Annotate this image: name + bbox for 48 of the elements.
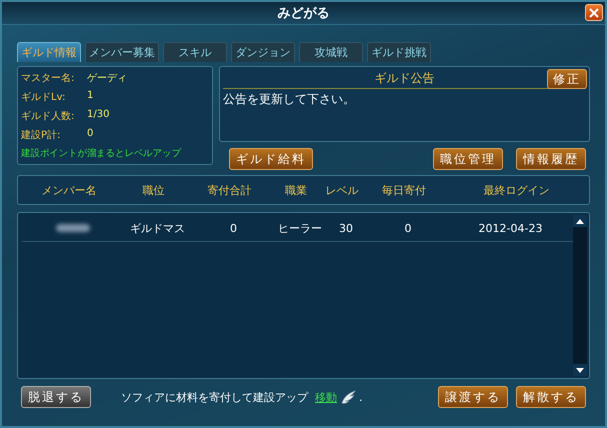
column-header: レベル [324, 182, 360, 198]
tab[interactable]: ギルド挑戦 [367, 42, 431, 62]
column-header: 寄付合計 [206, 182, 252, 198]
column-header: 職業 [284, 182, 308, 198]
field-value: ゲーディ [87, 72, 127, 85]
scroll-up-icon[interactable] [573, 215, 587, 227]
field-label: ギルド人数: [21, 110, 76, 123]
tab[interactable]: メンバー募集 [85, 42, 159, 62]
field-label: ギルドLv: [21, 91, 66, 104]
edit-button[interactable]: 修正 [547, 69, 587, 89]
table-cell-text: 30 [338, 222, 354, 234]
leave-button[interactable]: 脱退する [21, 386, 91, 408]
table-cell-text: 0 [404, 222, 412, 234]
action-button[interactable]: 解散する [516, 386, 586, 408]
salary-button[interactable]: ギルド給料 [229, 148, 313, 170]
field-label: 建設P計: [21, 128, 62, 142]
footer-message: ソフィアに材料を寄付して建設アップ [121, 390, 308, 404]
window-title: みどがる [278, 5, 330, 22]
action-button[interactable]: 譲渡する [438, 386, 508, 408]
field-label: マスター名: [21, 72, 76, 85]
table-cell-text: ギルドマス [129, 220, 186, 236]
table-cell-text: 2012-04-23 [478, 222, 544, 234]
table-cell-text: ヒーラー [277, 220, 323, 236]
wing-icon [340, 389, 356, 405]
dot-text: . [359, 390, 362, 404]
table-cell-text: 0 [229, 222, 238, 234]
field-value: 0 [87, 128, 94, 141]
close-button[interactable] [585, 4, 603, 21]
field-value: 1/30 [87, 109, 110, 122]
column-header: 職位 [142, 182, 166, 198]
column-header: メンバー名 [40, 182, 98, 198]
move-link[interactable]: 移動 [315, 390, 337, 404]
tab[interactable]: スキル [163, 42, 227, 62]
scroll-down-icon[interactable] [573, 364, 587, 376]
field-value: 1 [87, 90, 94, 103]
column-header: 最終ログイン [482, 182, 550, 198]
close-icon[interactable] [589, 8, 599, 18]
scrollbar[interactable] [573, 215, 587, 376]
hint-text: 建設ポイントが溜まるとレベルアップ [21, 147, 182, 160]
action-button[interactable]: 職位管理 [433, 148, 503, 170]
action-button[interactable]: 情報履歴 [516, 148, 586, 170]
tab[interactable]: ダンジョン [231, 42, 295, 62]
column-header: 毎日寄付 [381, 182, 427, 198]
notice-text: 公告を更新して下さい。 [223, 91, 356, 108]
blurred-name [56, 224, 90, 232]
tab[interactable]: 攻城戦 [299, 42, 363, 62]
table-row[interactable]: ギルドマス 0 ヒーラー 30 0 2012-04-23 [22, 215, 573, 242]
notice-title: ギルド公告 [374, 70, 434, 87]
